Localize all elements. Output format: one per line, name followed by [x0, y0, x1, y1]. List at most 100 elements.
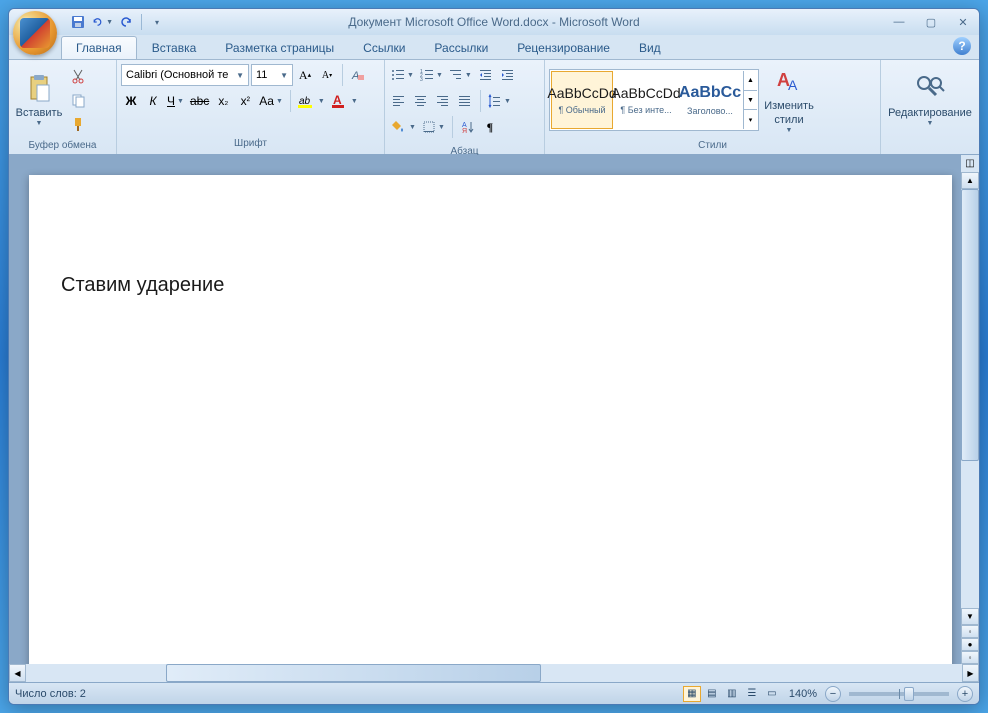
zoom-in-button[interactable]: +: [957, 686, 973, 702]
borders-button[interactable]: ▼: [420, 116, 447, 138]
ribbon-tabs: Главная Вставка Разметка страницы Ссылки…: [61, 35, 979, 59]
document-text: Ставим ударение: [61, 274, 224, 296]
tab-mailings[interactable]: Рассылки: [420, 37, 502, 59]
group-label-clipboard: Буфер обмена: [9, 140, 116, 154]
paste-label: Вставить: [16, 107, 63, 120]
numbering-button[interactable]: 123▼: [418, 64, 445, 86]
superscript-button[interactable]: x²: [235, 90, 255, 112]
quick-access-toolbar: ▼ ▾: [67, 11, 168, 33]
font-size-combo[interactable]: 11 ▼: [251, 64, 293, 86]
bullets-button[interactable]: ▼: [389, 64, 416, 86]
italic-button[interactable]: К: [143, 90, 163, 112]
shrink-font-button[interactable]: A▾: [317, 64, 337, 86]
tab-home[interactable]: Главная: [61, 36, 137, 59]
zoom-value[interactable]: 140%: [789, 688, 817, 700]
vertical-scrollbar: ◫ ▲ ▼ ◦ ● ◦: [961, 155, 979, 664]
style-no-spacing[interactable]: AaBbCcDd ¶ Без инте...: [615, 71, 677, 129]
hscroll-thumb[interactable]: [166, 664, 540, 682]
browse-select-button[interactable]: ●: [961, 638, 979, 651]
horizontal-scrollbar: ◀ ▶: [9, 664, 979, 682]
editing-button[interactable]: Редактирование ▼: [885, 62, 975, 138]
gallery-down-button[interactable]: ▼: [744, 91, 757, 111]
print-layout-view-button[interactable]: ▦: [683, 686, 701, 702]
full-screen-view-button[interactable]: ▤: [703, 686, 721, 702]
scroll-down-button[interactable]: ▼: [961, 608, 979, 625]
browse-prev-button[interactable]: ◦: [961, 625, 979, 638]
bold-button[interactable]: Ж: [121, 90, 141, 112]
copy-button[interactable]: [67, 89, 89, 111]
maximize-button[interactable]: ▢: [919, 13, 943, 31]
increase-indent-button[interactable]: [498, 64, 518, 86]
align-center-button[interactable]: [411, 90, 431, 112]
redo-button[interactable]: [115, 11, 137, 33]
group-label-editing: [881, 140, 979, 154]
tab-view[interactable]: Вид: [625, 37, 675, 59]
tab-review[interactable]: Рецензирование: [503, 37, 624, 59]
grow-font-button[interactable]: A▴: [295, 64, 315, 86]
zoom-out-button[interactable]: −: [825, 686, 841, 702]
minimize-button[interactable]: —: [887, 13, 911, 31]
styles-gallery[interactable]: AaBbCcDd ¶ Обычный AaBbCcDd ¶ Без инте..…: [549, 69, 759, 131]
office-button[interactable]: [13, 11, 57, 55]
font-color-button[interactable]: A▼: [329, 90, 360, 112]
highlight-button[interactable]: ab▼: [296, 90, 327, 112]
zoom-slider-thumb[interactable]: [904, 687, 914, 701]
underline-button[interactable]: Ч▼: [165, 90, 186, 112]
close-button[interactable]: ✕: [951, 13, 975, 31]
word-count[interactable]: Число слов: 2: [15, 688, 86, 700]
qat-customize-button[interactable]: ▾: [146, 11, 168, 33]
help-button[interactable]: ?: [953, 37, 971, 55]
line-spacing-button[interactable]: ▼: [486, 90, 513, 112]
clear-formatting-button[interactable]: A: [348, 64, 368, 86]
font-name-combo[interactable]: Calibri (Основной те ▼: [121, 64, 249, 86]
change-styles-label: Изменить стили: [764, 100, 814, 126]
paste-button[interactable]: Вставить ▼: [13, 62, 65, 138]
change-styles-button[interactable]: AA Изменить стили ▼: [759, 62, 819, 138]
cut-button[interactable]: [67, 65, 89, 87]
draft-view-button[interactable]: ▭: [763, 686, 781, 702]
sort-button[interactable]: AЯ: [458, 116, 478, 138]
align-left-button[interactable]: [389, 90, 409, 112]
font-size-value: 11: [256, 69, 267, 81]
tab-insert[interactable]: Вставка: [138, 37, 211, 59]
style-heading1[interactable]: AaBbCc Заголово...: [679, 71, 741, 129]
change-case-button[interactable]: Aa▼: [257, 90, 285, 112]
svg-text:A: A: [788, 77, 798, 93]
style-normal[interactable]: AaBbCcDd ¶ Обычный: [551, 71, 613, 129]
align-right-button[interactable]: [433, 90, 453, 112]
scroll-left-button[interactable]: ◀: [9, 664, 26, 682]
strikethrough-button[interactable]: abc: [188, 90, 211, 112]
save-button[interactable]: [67, 11, 89, 33]
group-label-styles: Стили: [545, 140, 880, 154]
svg-text:A: A: [333, 93, 342, 107]
hscroll-track[interactable]: [26, 664, 962, 682]
gallery-up-button[interactable]: ▲: [744, 71, 757, 91]
web-layout-view-button[interactable]: ▥: [723, 686, 741, 702]
scroll-right-button[interactable]: ▶: [962, 664, 979, 682]
scroll-track[interactable]: [961, 189, 979, 608]
tab-references[interactable]: Ссылки: [349, 37, 419, 59]
zoom-slider[interactable]: [849, 692, 949, 696]
gallery-more-button[interactable]: ▾: [744, 110, 757, 129]
undo-button[interactable]: ▼: [91, 11, 113, 33]
justify-button[interactable]: [455, 90, 475, 112]
ruler-toggle-button[interactable]: ◫: [961, 155, 979, 172]
format-painter-button[interactable]: [67, 113, 89, 135]
statusbar: Число слов: 2 ▦ ▤ ▥ ☰ ▭ 140% − +: [9, 682, 979, 704]
page[interactable]: Ставим ударение: [29, 175, 952, 664]
decrease-indent-button[interactable]: [476, 64, 496, 86]
scroll-thumb[interactable]: [961, 189, 979, 461]
dropdown-arrow-icon: ▼: [106, 19, 113, 26]
window-title: Документ Microsoft Office Word.docx - Mi…: [348, 15, 639, 29]
outline-view-button[interactable]: ☰: [743, 686, 761, 702]
show-hide-button[interactable]: ¶: [480, 116, 500, 138]
multilevel-list-button[interactable]: ▼: [447, 64, 474, 86]
titlebar: ▼ ▾ Документ Microsoft Office Word.docx …: [9, 9, 979, 35]
tab-page-layout[interactable]: Разметка страницы: [211, 37, 348, 59]
browse-next-button[interactable]: ◦: [961, 651, 979, 664]
group-font: Calibri (Основной те ▼ 11 ▼ A▴ A▾ A Ж К …: [117, 60, 385, 154]
subscript-button[interactable]: x₂: [213, 90, 233, 112]
shading-button[interactable]: ▼: [389, 116, 418, 138]
scroll-up-button[interactable]: ▲: [961, 172, 979, 189]
document-area: Ставим ударение ◫ ▲ ▼ ◦ ● ◦: [9, 155, 979, 664]
